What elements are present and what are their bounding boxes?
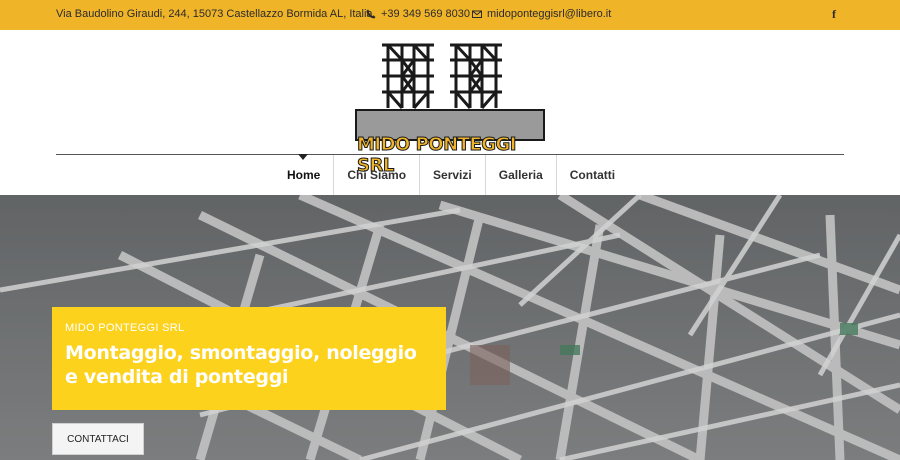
contact-cta-button[interactable]: CONTATTACI bbox=[52, 423, 144, 455]
address-text: Via Baudolino Giraudi, 244, 15073 Castel… bbox=[56, 8, 373, 20]
nav-item-contatti[interactable]: Contatti bbox=[555, 155, 628, 195]
hero-callout-box: MIDO PONTEGGI SRL Montaggio, smontaggio,… bbox=[52, 307, 446, 410]
hero-headline: Montaggio, smontaggio, noleggio e vendit… bbox=[65, 342, 417, 388]
hero-brand-label: MIDO PONTEGGI SRL bbox=[65, 322, 185, 334]
nav-item-servizi[interactable]: Servizi bbox=[419, 155, 485, 195]
logo-scaffold-graphic[interactable] bbox=[354, 42, 546, 142]
facebook-icon[interactable]: f bbox=[832, 7, 836, 22]
hero-banner: MIDO PONTEGGI SRL Montaggio, smontaggio,… bbox=[0, 195, 900, 460]
main-nav: Home Chi Siamo Servizi Galleria Contatti bbox=[274, 155, 628, 195]
phone-link[interactable]: +39 349 569 8030 bbox=[366, 8, 470, 20]
envelope-icon bbox=[472, 10, 482, 18]
email-link[interactable]: midoponteggisrl@libero.it bbox=[472, 8, 611, 20]
nav-item-home[interactable]: Home bbox=[274, 155, 333, 195]
email-text: midoponteggisrl@libero.it bbox=[487, 8, 612, 20]
nav-item-chi-siamo[interactable]: Chi Siamo bbox=[333, 155, 419, 195]
site-header: MIDO PONTEGGI SRL Home Chi Siamo Servizi… bbox=[0, 30, 900, 195]
phone-text: +39 349 569 8030 bbox=[381, 8, 471, 20]
top-bar: Via Baudolino Giraudi, 244, 15073 Castel… bbox=[0, 0, 900, 30]
phone-icon bbox=[366, 9, 376, 19]
nav-item-galleria[interactable]: Galleria bbox=[484, 155, 556, 195]
